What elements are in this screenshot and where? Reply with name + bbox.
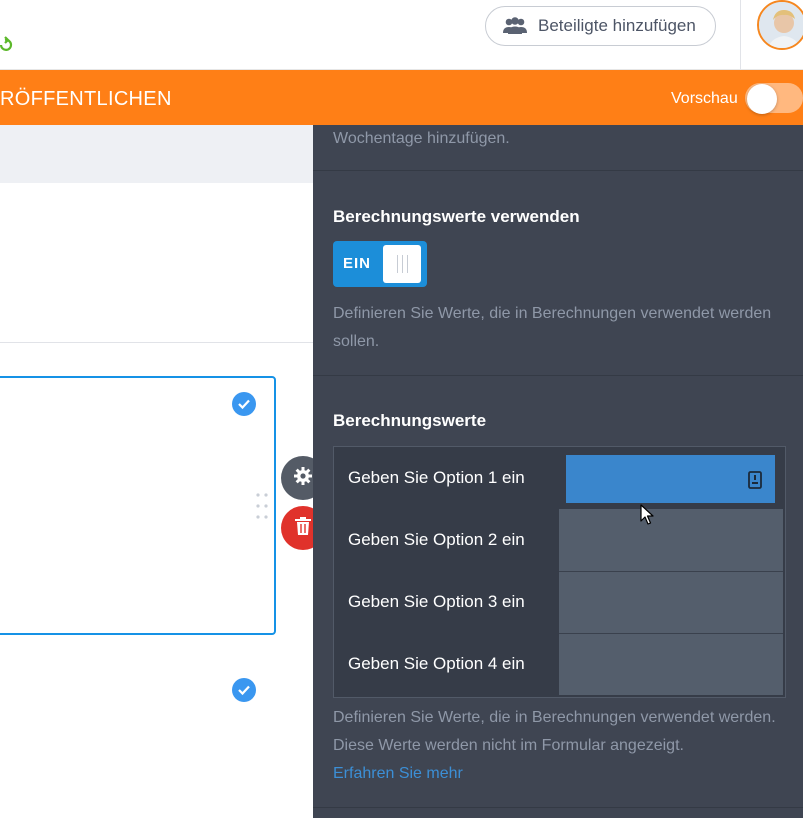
keyboard-icon[interactable] <box>748 471 762 489</box>
trash-icon <box>294 516 312 541</box>
calc-values-description: Definieren Sie Werte, die in Berechnunge… <box>333 709 776 754</box>
people-icon <box>502 17 528 35</box>
toggle-knob <box>383 245 421 283</box>
check-icon <box>232 678 256 702</box>
publish-bar: RÖFFENTLICHEN Vorschau <box>0 70 803 125</box>
calc-row-2: Geben Sie Option 2 ein <box>334 509 785 571</box>
section-divider <box>313 807 803 808</box>
preview-label: Vorschau <box>671 90 738 107</box>
calc-values-toggle-title: Berechnungswerte verwenden <box>333 207 580 226</box>
add-participants-label: Beteiligte hinzufügen <box>538 16 696 35</box>
toggle-state-label: EIN <box>343 255 372 272</box>
option-4-value-input[interactable] <box>559 633 783 695</box>
gear-icon <box>293 466 313 491</box>
top-bar: Beteiligte hinzufügen <box>0 0 803 70</box>
weekdays-hint: Wochentage hinzufügen. <box>333 130 510 147</box>
calc-values-table: Geben Sie Option 1 ein Geben Sie Option … <box>333 446 786 698</box>
check-icon <box>232 392 256 416</box>
properties-panel: Wochentage hinzufügen. Berechnungswerte … <box>313 125 803 818</box>
undo-icon[interactable] <box>0 36 14 54</box>
drag-handle-icon[interactable] <box>256 493 268 519</box>
form-header-area <box>0 125 313 183</box>
preview-toggle-knob <box>747 84 777 114</box>
add-participants-button[interactable]: Beteiligte hinzufügen <box>485 6 716 46</box>
option-label: Geben Sie Option 4 ein <box>348 654 525 673</box>
calc-row-3: Geben Sie Option 3 ein <box>334 571 785 633</box>
use-calc-values-toggle[interactable]: EIN <box>333 241 427 287</box>
option-label: Geben Sie Option 1 ein <box>348 468 525 487</box>
section-divider <box>313 375 803 376</box>
option-1-value-input[interactable] <box>566 455 775 503</box>
learn-more-link[interactable]: Erfahren Sie mehr <box>333 760 463 788</box>
option-2-value-input[interactable] <box>559 509 783 571</box>
section-divider <box>313 170 803 171</box>
option-3-value-input[interactable] <box>559 571 783 633</box>
option-label: Geben Sie Option 3 ein <box>348 592 525 611</box>
calc-values-toggle-description: Definieren Sie Werte, die in Berechnunge… <box>333 305 772 350</box>
canvas-divider <box>0 342 313 343</box>
avatar[interactable] <box>757 0 803 50</box>
selected-form-field[interactable] <box>0 376 276 635</box>
option-label: Geben Sie Option 2 ein <box>348 530 525 549</box>
calc-row-4: Geben Sie Option 4 ein <box>334 633 785 695</box>
calc-row-1: Geben Sie Option 1 ein <box>334 447 785 509</box>
preview-toggle[interactable] <box>745 83 803 114</box>
topbar-divider <box>740 0 741 70</box>
mouse-cursor <box>640 504 654 526</box>
calc-values-title: Berechnungswerte <box>333 411 487 430</box>
publish-tab[interactable]: RÖFFENTLICHEN <box>0 88 172 111</box>
